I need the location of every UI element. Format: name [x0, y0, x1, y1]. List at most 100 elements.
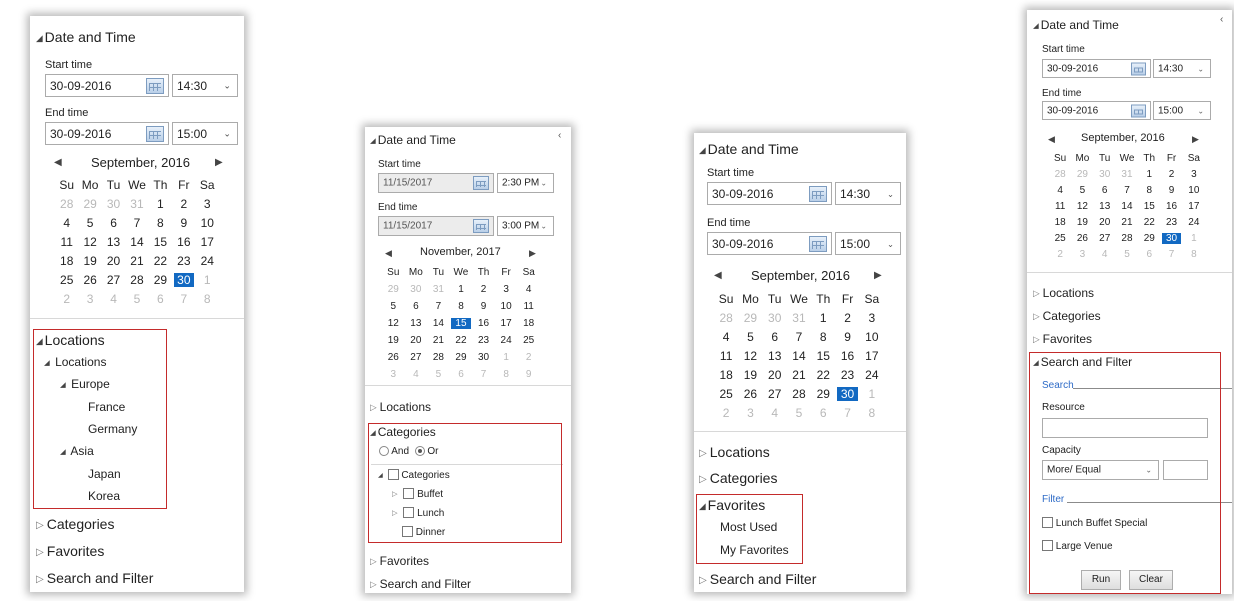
- calendar-day[interactable]: 21: [787, 365, 811, 384]
- calendar-day[interactable]: 9: [835, 327, 859, 346]
- calendar-day[interactable]: 30: [835, 384, 859, 403]
- end-time-select[interactable]: 15:00 ⌄: [1153, 101, 1211, 120]
- prev-month-button[interactable]: ◀: [1048, 134, 1055, 145]
- calendar-day[interactable]: 22: [149, 251, 172, 270]
- calendar-day[interactable]: 11: [1049, 198, 1071, 214]
- calendar-day[interactable]: 15: [811, 346, 835, 365]
- calendar-day[interactable]: 18: [714, 365, 738, 384]
- calendar-day[interactable]: 9: [517, 366, 540, 383]
- calendar-day[interactable]: 7: [1116, 182, 1138, 198]
- calendar-icon[interactable]: [473, 176, 489, 190]
- section-locations[interactable]: ▷ Locations: [1033, 286, 1094, 300]
- calendar-day[interactable]: 10: [1183, 182, 1205, 198]
- calendar-day[interactable]: 19: [738, 365, 762, 384]
- calendar-day[interactable]: 8: [495, 366, 518, 383]
- calendar-day[interactable]: 5: [1116, 246, 1138, 262]
- calendar-day[interactable]: 16: [1160, 198, 1182, 214]
- calendar-day[interactable]: 23: [172, 251, 195, 270]
- calendar-day[interactable]: 17: [196, 232, 219, 251]
- calendar-day[interactable]: 3: [860, 308, 884, 327]
- prev-month-button[interactable]: ◀: [54, 157, 62, 168]
- calendar-day[interactable]: 5: [427, 366, 450, 383]
- calendar-day[interactable]: 19: [78, 251, 101, 270]
- calendar-day[interactable]: 21: [427, 332, 450, 349]
- calendar-day[interactable]: 2: [1160, 166, 1182, 182]
- calendar-day[interactable]: 8: [811, 327, 835, 346]
- calendar-day[interactable]: 14: [787, 346, 811, 365]
- calendar-day[interactable]: 28: [787, 384, 811, 403]
- calendar-day[interactable]: 4: [763, 403, 787, 422]
- calendar-day[interactable]: 4: [714, 327, 738, 346]
- calendar-day[interactable]: 13: [1094, 198, 1116, 214]
- next-month-button[interactable]: ▶: [874, 270, 882, 281]
- calendar-day[interactable]: 10: [495, 298, 518, 315]
- calendar-day[interactable]: 5: [125, 289, 148, 308]
- calendar-day[interactable]: 12: [382, 315, 405, 332]
- calendar-day[interactable]: 29: [1138, 230, 1160, 246]
- calendar-day[interactable]: 26: [78, 270, 101, 289]
- calendar-day[interactable]: 7: [427, 298, 450, 315]
- calendar-day[interactable]: 16: [172, 232, 195, 251]
- calendar-day[interactable]: 1: [1183, 230, 1205, 246]
- chevron-left-icon[interactable]: ‹: [558, 130, 561, 141]
- end-date-input[interactable]: 30-09-2016: [45, 122, 169, 145]
- calendar-icon[interactable]: [473, 219, 489, 233]
- calendar-day[interactable]: 3: [495, 281, 518, 298]
- calendar-day[interactable]: 8: [1138, 182, 1160, 198]
- calendar-day[interactable]: 18: [1049, 214, 1071, 230]
- calendar-day[interactable]: 4: [1049, 182, 1071, 198]
- calendar-day[interactable]: 12: [738, 346, 762, 365]
- calendar-day[interactable]: 3: [1071, 246, 1093, 262]
- calendar-day[interactable]: 17: [1183, 198, 1205, 214]
- next-month-button[interactable]: ▶: [529, 248, 536, 259]
- calendar-day[interactable]: 4: [55, 213, 78, 232]
- calendar-day[interactable]: 6: [1094, 182, 1116, 198]
- section-date-and-time[interactable]: ◢ Date and Time: [370, 133, 456, 147]
- calendar-day[interactable]: 17: [860, 346, 884, 365]
- calendar-day[interactable]: 28: [714, 308, 738, 327]
- calendar-day[interactable]: 12: [1071, 198, 1093, 214]
- calendar-day[interactable]: 13: [763, 346, 787, 365]
- calendar-icon[interactable]: [146, 125, 164, 142]
- calendar-day[interactable]: 31: [1116, 166, 1138, 182]
- calendar-day[interactable]: 17: [495, 315, 518, 332]
- calendar-day[interactable]: 1: [811, 308, 835, 327]
- calendar-day[interactable]: 28: [427, 349, 450, 366]
- section-locations[interactable]: ▷ Locations: [699, 444, 770, 460]
- calendar-day[interactable]: 1: [860, 384, 884, 403]
- calendar-day[interactable]: 4: [1094, 246, 1116, 262]
- calendar-day[interactable]: 4: [517, 281, 540, 298]
- calendar-day[interactable]: 11: [517, 298, 540, 315]
- calendar-day[interactable]: 6: [102, 213, 125, 232]
- section-categories[interactable]: ▷ Categories: [699, 470, 777, 486]
- chevron-left-icon[interactable]: ‹: [1220, 14, 1223, 25]
- calendar-day[interactable]: 4: [102, 289, 125, 308]
- section-categories[interactable]: ▷ Categories: [1033, 309, 1101, 323]
- calendar-day[interactable]: 8: [196, 289, 219, 308]
- calendar-day[interactable]: 21: [125, 251, 148, 270]
- calendar-day[interactable]: 7: [125, 213, 148, 232]
- calendar-day[interactable]: 30: [1094, 166, 1116, 182]
- calendar-day[interactable]: 1: [495, 349, 518, 366]
- calendar-day[interactable]: 27: [102, 270, 125, 289]
- calendar-day[interactable]: 6: [450, 366, 473, 383]
- calendar-day[interactable]: 3: [196, 194, 219, 213]
- calendar-day[interactable]: 26: [738, 384, 762, 403]
- section-date-and-time[interactable]: ◢ Date and Time: [1033, 18, 1119, 32]
- calendar-day[interactable]: 30: [102, 194, 125, 213]
- section-favorites[interactable]: ▷ Favorites: [1033, 332, 1092, 346]
- calendar-day[interactable]: 29: [149, 270, 172, 289]
- calendar-day[interactable]: 30: [172, 270, 195, 289]
- calendar-day[interactable]: 30: [405, 281, 428, 298]
- end-time-select[interactable]: 15:00 ⌄: [172, 122, 238, 145]
- prev-month-button[interactable]: ◀: [385, 248, 392, 259]
- calendar-day[interactable]: 3: [382, 366, 405, 383]
- calendar-day[interactable]: 9: [1160, 182, 1182, 198]
- calendar-day[interactable]: 8: [450, 298, 473, 315]
- calendar-day[interactable]: 15: [149, 232, 172, 251]
- calendar-day[interactable]: 5: [382, 298, 405, 315]
- calendar-day[interactable]: 12: [78, 232, 101, 251]
- calendar-day[interactable]: 18: [517, 315, 540, 332]
- calendar-day[interactable]: 14: [125, 232, 148, 251]
- calendar-day[interactable]: 15: [1138, 198, 1160, 214]
